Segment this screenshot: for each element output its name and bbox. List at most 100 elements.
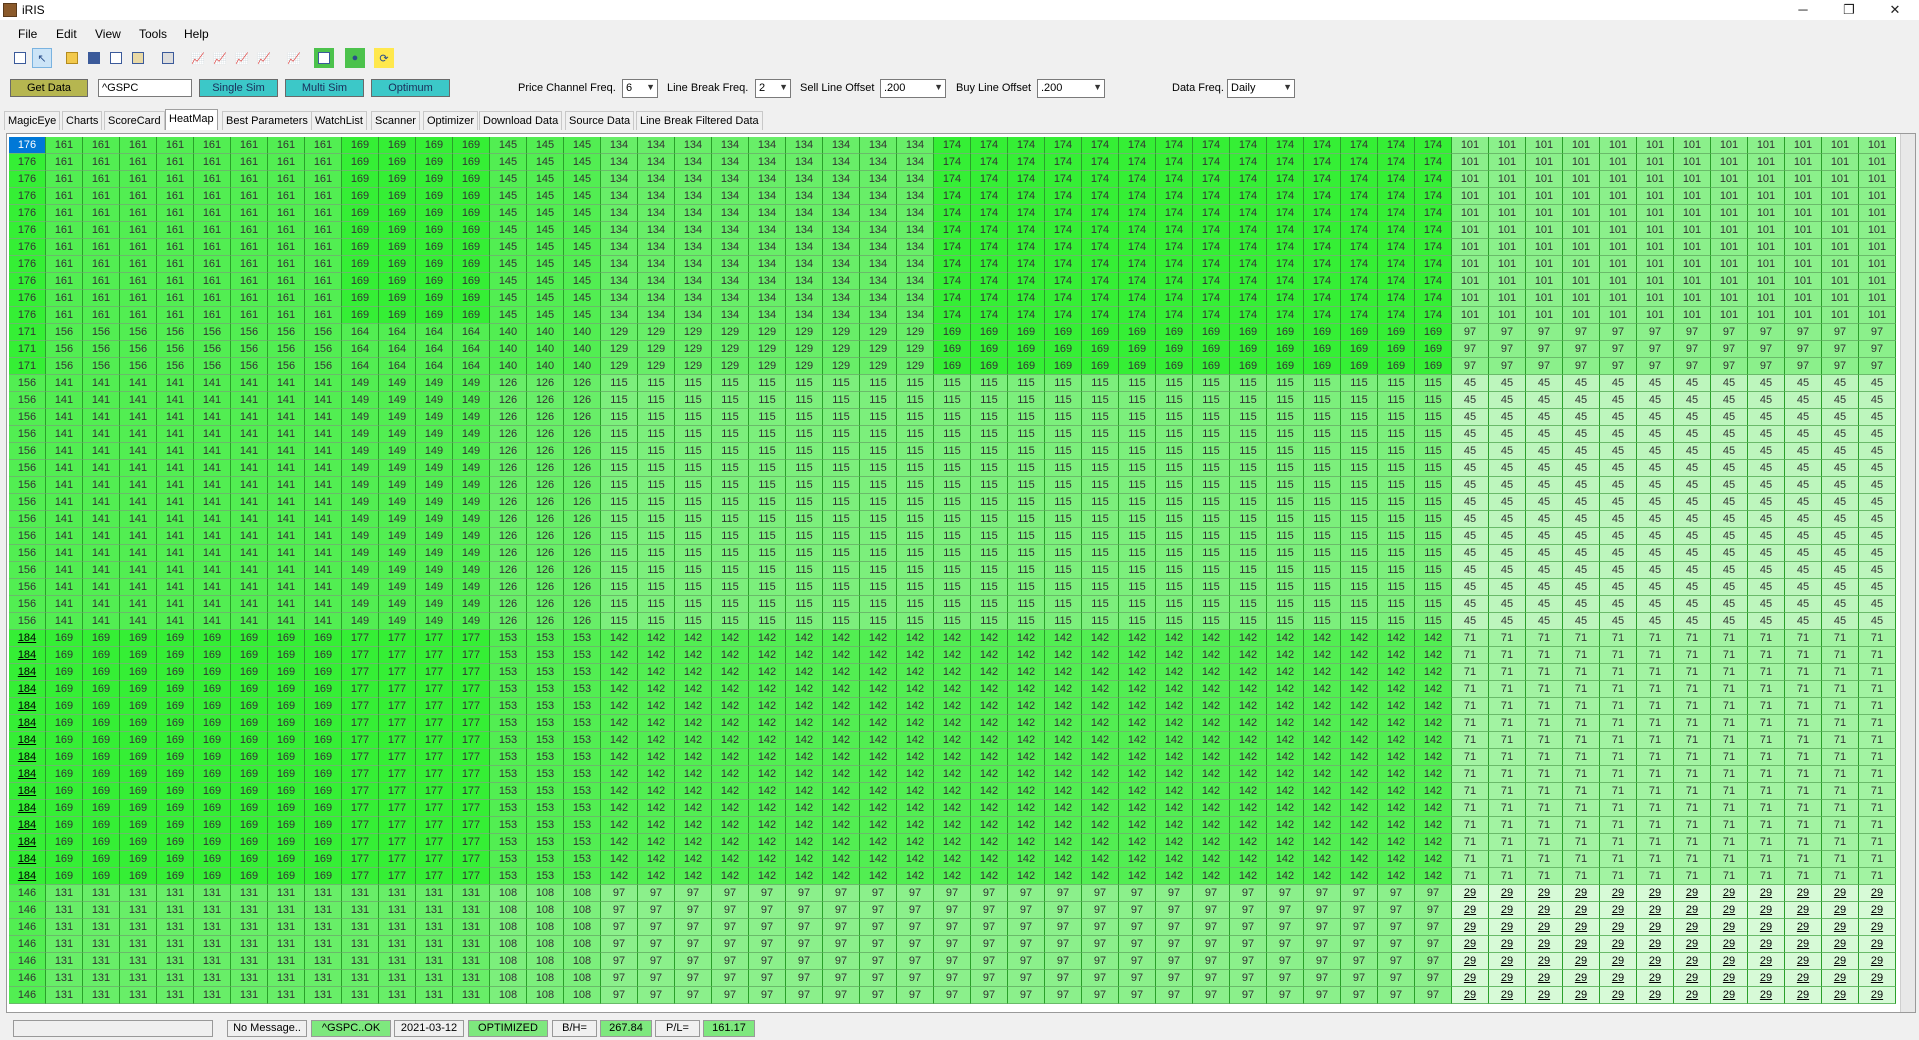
heatmap-cell[interactable]: 71 bbox=[1674, 817, 1711, 834]
heatmap-cell[interactable]: 97 bbox=[934, 902, 971, 919]
heatmap-cell[interactable]: 156 bbox=[83, 341, 120, 358]
heatmap-cell[interactable]: 131 bbox=[453, 987, 490, 1004]
heatmap-cell[interactable]: 45 bbox=[1526, 562, 1563, 579]
heatmap-cell[interactable]: 101 bbox=[1822, 171, 1859, 188]
heatmap-cell[interactable]: 174 bbox=[1082, 171, 1119, 188]
heatmap-cell[interactable]: 45 bbox=[1452, 426, 1489, 443]
heatmap-cell[interactable]: 97 bbox=[1082, 953, 1119, 970]
heatmap-cell[interactable]: 101 bbox=[1526, 239, 1563, 256]
heatmap-cell[interactable]: 115 bbox=[860, 596, 897, 613]
heatmap-cell[interactable]: 177 bbox=[342, 766, 379, 783]
heatmap-cell[interactable]: 97 bbox=[1304, 953, 1341, 970]
heatmap-cell[interactable]: 115 bbox=[712, 545, 749, 562]
refresh-icon[interactable]: ⟳ bbox=[374, 48, 394, 68]
heatmap-cell[interactable]: 115 bbox=[1267, 409, 1304, 426]
heatmap-cell[interactable]: 115 bbox=[1415, 545, 1452, 562]
heatmap-cell[interactable]: 115 bbox=[1415, 477, 1452, 494]
heatmap-cell[interactable]: 115 bbox=[1045, 426, 1082, 443]
heatmap-cell[interactable]: 169 bbox=[157, 766, 194, 783]
heatmap-cell[interactable]: 142 bbox=[1193, 715, 1230, 732]
heatmap-cell[interactable]: 101 bbox=[1452, 137, 1489, 154]
heatmap-cell[interactable]: 142 bbox=[1082, 783, 1119, 800]
heatmap-cell[interactable]: 115 bbox=[638, 579, 675, 596]
heatmap-cell[interactable]: 142 bbox=[786, 868, 823, 885]
heatmap-cell[interactable]: 142 bbox=[897, 851, 934, 868]
heatmap-cell[interactable]: 149 bbox=[379, 596, 416, 613]
heatmap-cell[interactable]: 142 bbox=[1378, 749, 1415, 766]
heatmap-cell[interactable]: 115 bbox=[675, 511, 712, 528]
heatmap-cell[interactable]: 97 bbox=[860, 936, 897, 953]
open-folder-icon[interactable] bbox=[62, 48, 82, 68]
heatmap-cell[interactable]: 142 bbox=[675, 766, 712, 783]
heatmap-cell[interactable]: 97 bbox=[1785, 324, 1822, 341]
heatmap-cell[interactable]: 134 bbox=[860, 154, 897, 171]
heatmap-cell[interactable]: 131 bbox=[120, 953, 157, 970]
heatmap-cell[interactable]: 169 bbox=[416, 205, 453, 222]
heatmap-cell[interactable]: 131 bbox=[46, 987, 83, 1004]
heatmap-cell[interactable]: 174 bbox=[934, 222, 971, 239]
heatmap-cell[interactable]: 149 bbox=[342, 596, 379, 613]
heatmap-cell[interactable]: 156 bbox=[120, 358, 157, 375]
heatmap-cell[interactable]: 153 bbox=[564, 834, 601, 851]
heatmap-cell[interactable]: 71 bbox=[1637, 749, 1674, 766]
heatmap-cell[interactable]: 161 bbox=[268, 154, 305, 171]
heatmap-cell[interactable]: 29 bbox=[1785, 902, 1822, 919]
heatmap-cell[interactable]: 169 bbox=[157, 800, 194, 817]
heatmap-cell[interactable]: 156 bbox=[83, 324, 120, 341]
heatmap-cell[interactable]: 177 bbox=[453, 851, 490, 868]
heatmap-cell[interactable]: 142 bbox=[601, 766, 638, 783]
heatmap-cell[interactable]: 169 bbox=[231, 715, 268, 732]
heatmap-cell[interactable]: 142 bbox=[1267, 732, 1304, 749]
heatmap-cell[interactable]: 174 bbox=[1119, 154, 1156, 171]
heatmap-cell[interactable]: 142 bbox=[675, 732, 712, 749]
heatmap-cell[interactable]: 29 bbox=[1489, 919, 1526, 936]
heatmap-cell[interactable]: 115 bbox=[860, 579, 897, 596]
heatmap-cell[interactable]: 101 bbox=[1822, 273, 1859, 290]
heatmap-cell[interactable]: 29 bbox=[1452, 953, 1489, 970]
heatmap-cell[interactable]: 149 bbox=[453, 579, 490, 596]
heatmap-cell[interactable]: 169 bbox=[157, 749, 194, 766]
heatmap-cell[interactable]: 29 bbox=[1637, 885, 1674, 902]
heatmap-cell[interactable]: 115 bbox=[860, 562, 897, 579]
heatmap-cell[interactable]: 29 bbox=[1822, 987, 1859, 1004]
heatmap-cell[interactable]: 101 bbox=[1674, 171, 1711, 188]
heatmap-cell[interactable]: 141 bbox=[120, 460, 157, 477]
heatmap-cell[interactable]: 142 bbox=[823, 783, 860, 800]
heatmap-cell[interactable]: 142 bbox=[1045, 851, 1082, 868]
heatmap-cell[interactable]: 101 bbox=[1637, 290, 1674, 307]
heatmap-cell[interactable]: 142 bbox=[823, 715, 860, 732]
heatmap-cell[interactable]: 142 bbox=[1341, 698, 1378, 715]
heatmap-cell[interactable]: 45 bbox=[1489, 426, 1526, 443]
heatmap-cell[interactable]: 101 bbox=[1452, 154, 1489, 171]
heatmap-cell[interactable]: 97 bbox=[1859, 341, 1896, 358]
heatmap-cell[interactable]: 97 bbox=[1378, 970, 1415, 987]
heatmap-cell[interactable]: 71 bbox=[1452, 715, 1489, 732]
heatmap-cell[interactable]: 141 bbox=[83, 613, 120, 630]
heatmap-cell[interactable]: 45 bbox=[1526, 426, 1563, 443]
heatmap-cell[interactable]: 101 bbox=[1674, 222, 1711, 239]
heatmap-cell[interactable]: 142 bbox=[712, 664, 749, 681]
heatmap-cell[interactable]: 141 bbox=[305, 375, 342, 392]
heatmap-cell[interactable]: 45 bbox=[1748, 426, 1785, 443]
heatmap-cell[interactable]: 149 bbox=[416, 409, 453, 426]
heatmap-cell[interactable]: 149 bbox=[416, 579, 453, 596]
heatmap-cell[interactable]: 115 bbox=[971, 375, 1008, 392]
heatmap-cell[interactable]: 169 bbox=[1082, 324, 1119, 341]
heatmap-cell[interactable]: 115 bbox=[1304, 613, 1341, 630]
heatmap-cell[interactable]: 71 bbox=[1748, 681, 1785, 698]
heatmap-cell[interactable]: 97 bbox=[1563, 358, 1600, 375]
heatmap-cell[interactable]: 169 bbox=[83, 715, 120, 732]
heatmap-cell[interactable]: 141 bbox=[194, 528, 231, 545]
heatmap-cell[interactable]: 131 bbox=[194, 970, 231, 987]
heatmap-cell[interactable]: 71 bbox=[1637, 732, 1674, 749]
heatmap-cell[interactable]: 129 bbox=[860, 358, 897, 375]
heatmap-cell[interactable]: 45 bbox=[1600, 545, 1637, 562]
heatmap-cell[interactable]: 142 bbox=[1267, 851, 1304, 868]
heatmap-cell[interactable]: 174 bbox=[971, 239, 1008, 256]
heatmap-cell[interactable]: 45 bbox=[1674, 477, 1711, 494]
heatmap-cell[interactable]: 115 bbox=[786, 562, 823, 579]
heatmap-cell[interactable]: 115 bbox=[712, 613, 749, 630]
heatmap-cell[interactable]: 45 bbox=[1563, 460, 1600, 477]
heatmap-cell[interactable]: 145 bbox=[564, 273, 601, 290]
heatmap-cell[interactable]: 101 bbox=[1452, 239, 1489, 256]
